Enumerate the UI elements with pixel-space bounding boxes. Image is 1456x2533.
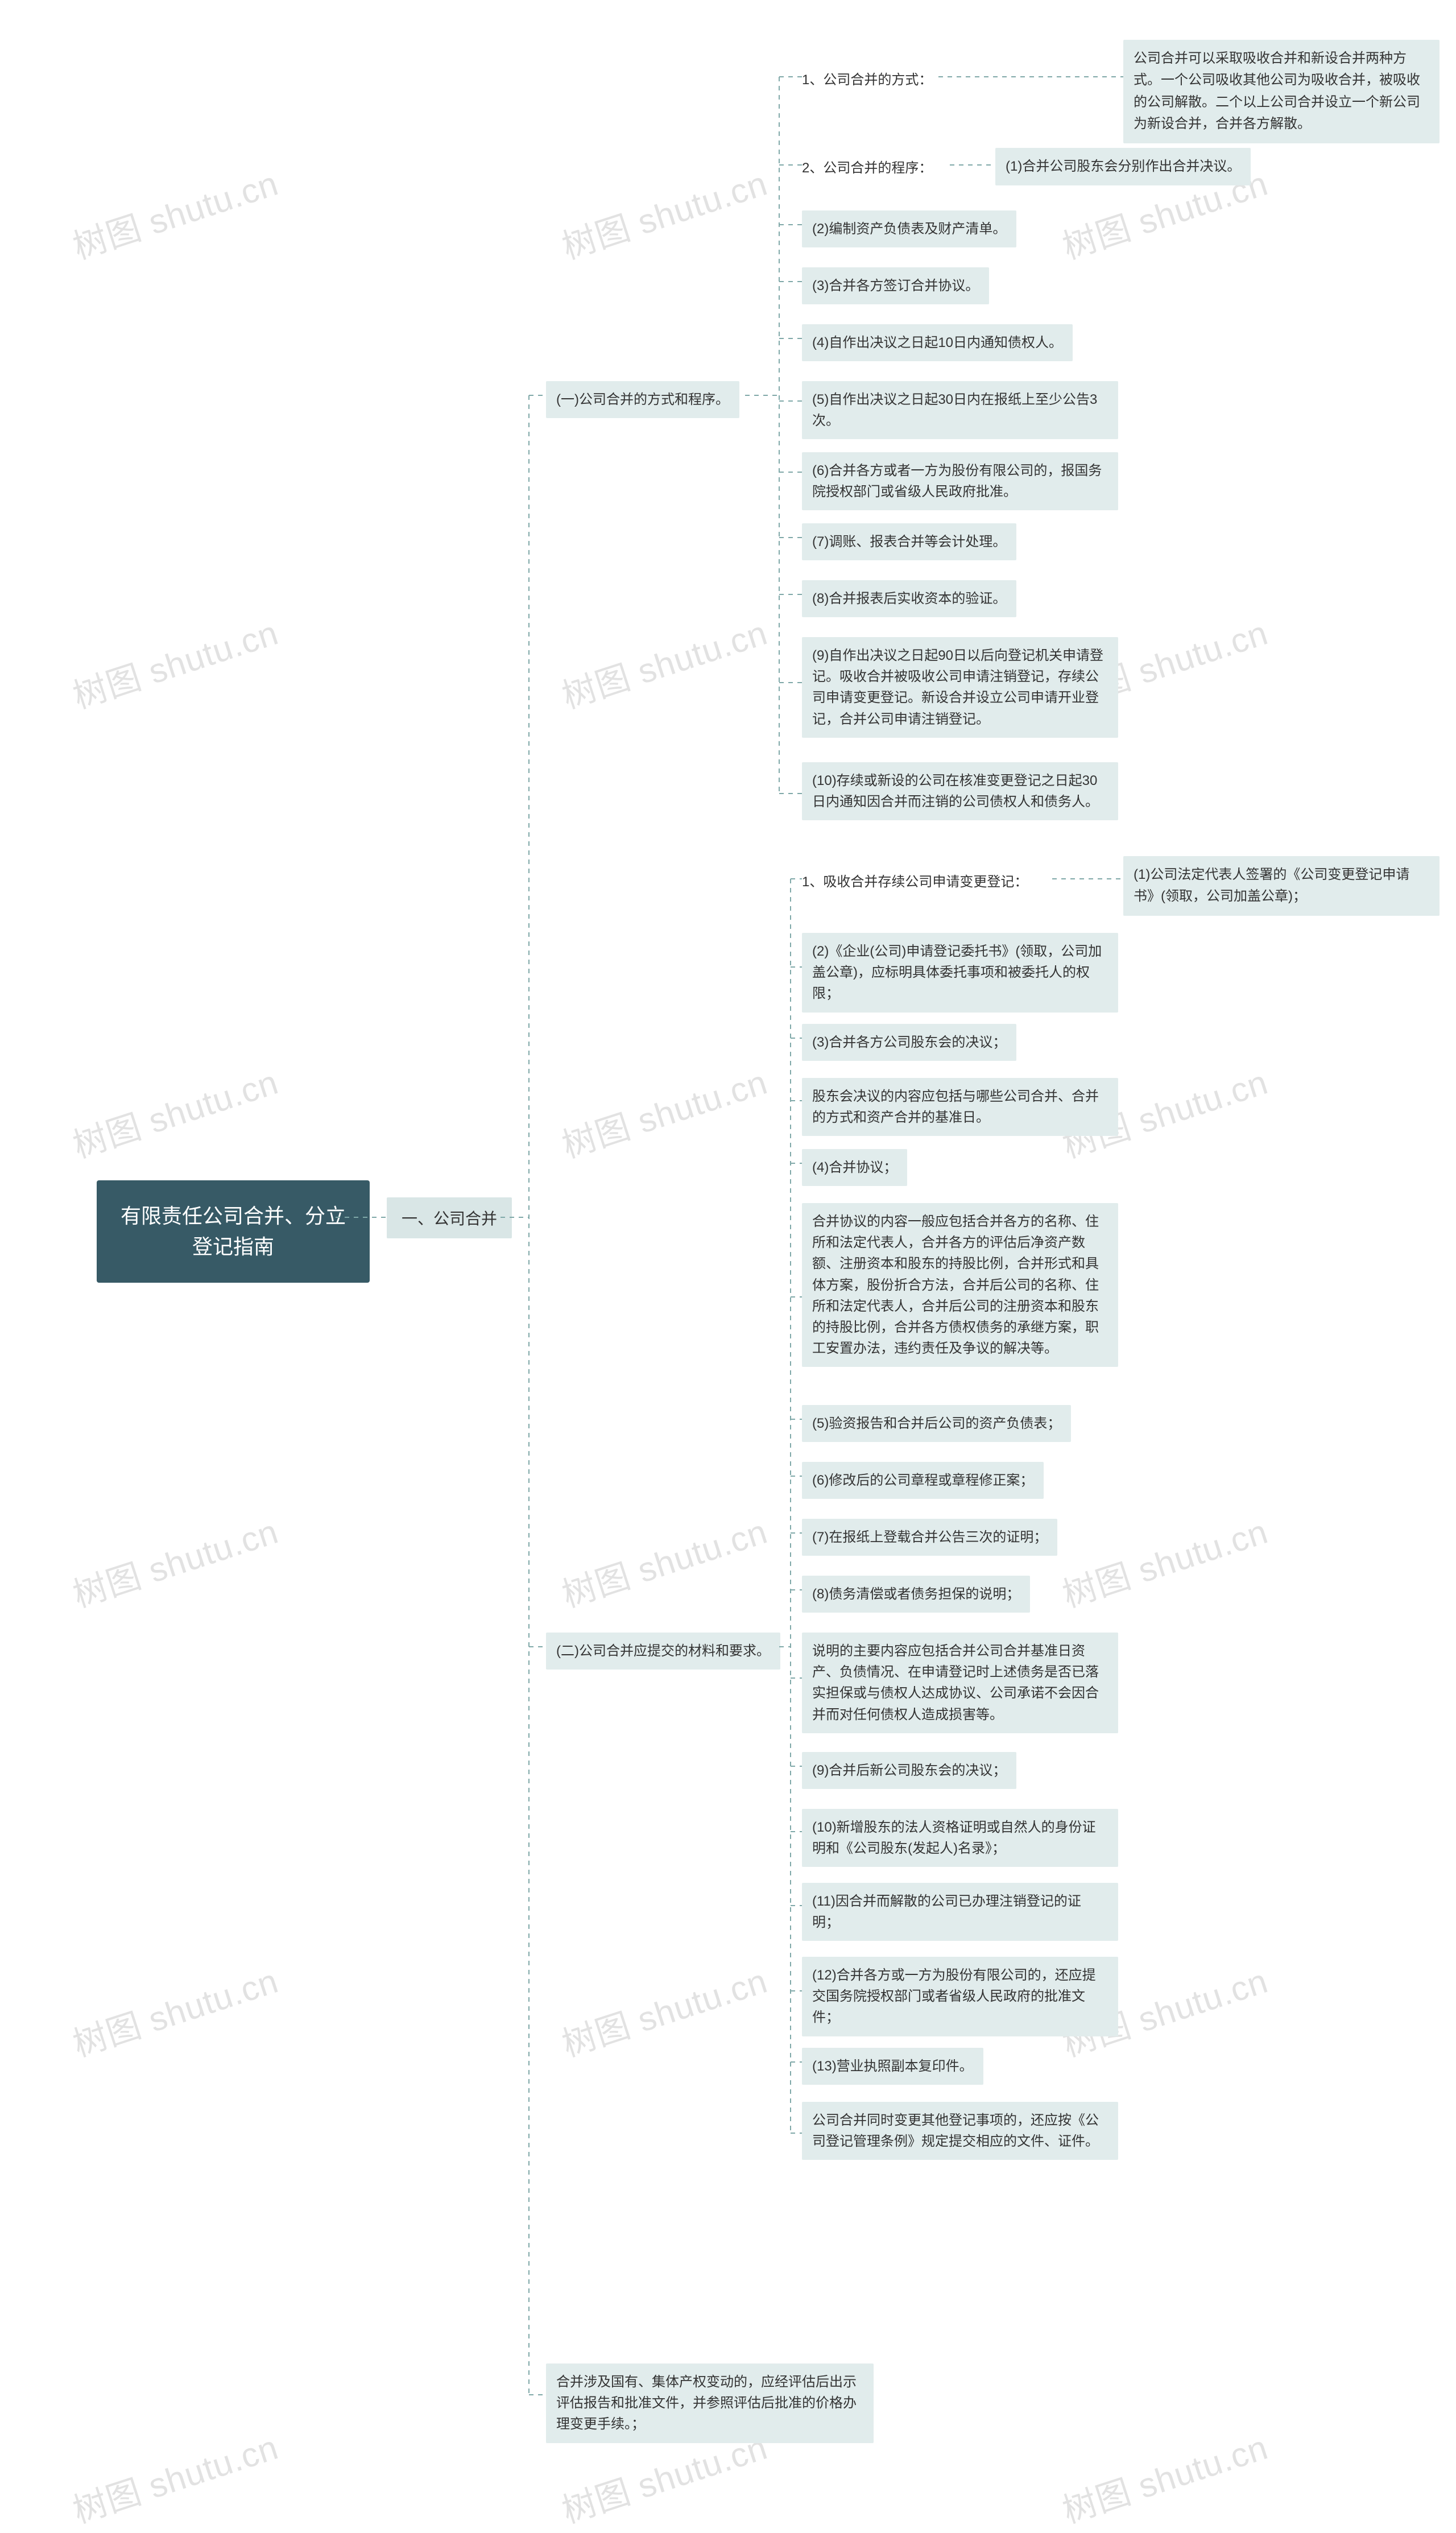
watermark: 树图 shutu.cn (66, 1953, 284, 2066)
node-text: (4)自作出决议之日起10日内通知债权人。 (812, 335, 1062, 350)
watermark: 树图 shutu.cn (66, 605, 284, 718)
node-material-9[interactable]: (9)合并后新公司股东会的决议； (802, 1752, 1016, 1789)
node-text: (9)自作出决议之日起90日以后向登记机关申请登记。吸收合并被吸收公司申请注销登… (812, 648, 1103, 727)
node-material-11[interactable]: (11)因合并而解散的公司已办理注销登记的证明； (802, 1883, 1118, 1941)
node-merger-procedure-label[interactable]: 2、公司合并的程序： (802, 156, 932, 176)
node-material-8[interactable]: (8)债务清偿或者债务担保的说明； (802, 1576, 1030, 1613)
node-text: (1)公司法定代表人签署的《公司变更登记申请书》(领取，公司加盖公章)； (1134, 867, 1409, 904)
node-merger-type-label[interactable]: 1、公司合并的方式： (802, 68, 932, 88)
node-text: (9)合并后新公司股东会的决议； (812, 1763, 1006, 1778)
node-company-merger[interactable]: 一、公司合并 (387, 1197, 512, 1238)
node-material-4b[interactable]: 合并协议的内容一般应包括合并各方的名称、住所和法定代表人，合并各方的评估后净资产… (802, 1203, 1118, 1367)
watermark: 树图 shutu.cn (555, 605, 773, 718)
node-text: (8)合并报表后实收资本的验证。 (812, 591, 1006, 606)
node-state-collective-evaluation[interactable]: 合并涉及国有、集体产权变动的，应经评估后出示评估报告和批准文件，并参照评估后批准… (546, 2363, 874, 2443)
node-text: (5)自作出决议之日起30日内在报纸上至少公告3次。 (812, 392, 1097, 428)
node-material-1[interactable]: (1)公司法定代表人签署的《公司变更登记申请书》(领取，公司加盖公章)； (1123, 856, 1440, 916)
node-text: (7)在报纸上登载合并公告三次的证明； (812, 1530, 1047, 1545)
node-procedure-step-1[interactable]: (1)合并公司股东会分别作出合并决议。 (995, 148, 1251, 185)
node-label: 1、吸收合并存续公司申请变更登记： (802, 874, 1028, 890)
watermark: 树图 shutu.cn (66, 1504, 284, 1617)
watermark: 树图 shutu.cn (555, 156, 773, 268)
node-text: 公司合并同时变更其他登记事项的，还应按《公司登记管理条例》规定提交相应的文件、证… (812, 2113, 1099, 2149)
node-material-13[interactable]: (13)营业执照副本复印件。 (802, 2048, 983, 2085)
node-label: 2、公司合并的程序： (802, 160, 932, 176)
node-procedure-step-10[interactable]: (10)存续或新设的公司在核准变更登记之日起30日内通知因合并而注销的公司债权人… (802, 762, 1118, 820)
node-material-3[interactable]: (3)合并各方公司股东会的决议； (802, 1024, 1016, 1061)
node-text: (12)合并各方或一方为股份有限公司的，还应提交国务院授权部门或者省级人民政府的… (812, 1968, 1096, 2025)
node-text: 股东会决议的内容应包括与哪些公司合并、合并的方式和资产合并的基准日。 (812, 1089, 1099, 1125)
mindmap-root[interactable]: 有限责任公司合并、分立登记指南 (97, 1180, 370, 1283)
node-text: (5)验资报告和合并后公司的资产负债表； (812, 1416, 1061, 1431)
node-label: (一)公司合并的方式和程序。 (556, 392, 729, 407)
watermark: 树图 shutu.cn (66, 1055, 284, 1167)
watermark: 树图 shutu.cn (555, 1504, 773, 1617)
node-text: (3)合并各方签订合并协议。 (812, 278, 979, 294)
node-text: (3)合并各方公司股东会的决议； (812, 1035, 1006, 1050)
node-procedure-step-3[interactable]: (3)合并各方签订合并协议。 (802, 267, 989, 304)
node-procedure-step-4[interactable]: (4)自作出决议之日起10日内通知债权人。 (802, 324, 1073, 361)
node-text: (11)因合并而解散的公司已办理注销登记的证明； (812, 1894, 1081, 1930)
root-title: 有限责任公司合并、分立登记指南 (121, 1204, 346, 1258)
node-label: 1、公司合并的方式： (802, 72, 932, 88)
node-text: 公司合并可以采取吸收合并和新设合并两种方式。一个公司吸收其他公司为吸收合并，被吸… (1134, 51, 1420, 131)
node-text: (1)合并公司股东会分别作出合并决议。 (1006, 159, 1240, 174)
node-label: (二)公司合并应提交的材料和要求。 (556, 1643, 770, 1659)
node-material-12[interactable]: (12)合并各方或一方为股份有限公司的，还应提交国务院授权部门或者省级人民政府的… (802, 1957, 1118, 2036)
node-material-8b[interactable]: 说明的主要内容应包括合并公司合并基准日资产、负债情况、在申请登记时上述债务是否已… (802, 1633, 1118, 1733)
node-text: (7)调账、报表合并等会计处理。 (812, 534, 1006, 549)
node-label: 合并涉及国有、集体产权变动的，应经评估后出示评估报告和批准文件，并参照评估后批准… (556, 2374, 857, 2432)
node-absorb-merger-label[interactable]: 1、吸收合并存续公司申请变更登记： (802, 870, 1028, 890)
watermark: 树图 shutu.cn (1056, 1504, 1273, 1617)
watermark: 树图 shutu.cn (555, 1953, 773, 2066)
node-procedure-step-5[interactable]: (5)自作出决议之日起30日内在报纸上至少公告3次。 (802, 381, 1118, 439)
node-text: (6)合并各方或者一方为股份有限公司的，报国务院授权部门或省级人民政府批准。 (812, 463, 1102, 499)
node-procedure-step-2[interactable]: (2)编制资产负债表及财产清单。 (802, 210, 1016, 247)
node-material-10[interactable]: (10)新增股东的法人资格证明或自然人的身份证明和《公司股东(发起人)名录》； (802, 1809, 1118, 1867)
node-materials-requirements[interactable]: (二)公司合并应提交的材料和要求。 (546, 1633, 780, 1670)
watermark: 树图 shutu.cn (66, 156, 284, 268)
watermark: 树图 shutu.cn (555, 1055, 773, 1167)
watermark: 树图 shutu.cn (66, 2420, 284, 2532)
node-text: (2)《企业(公司)申请登记委托书》(领取，公司加盖公章)，应标明具体委托事项和… (812, 944, 1102, 1001)
node-text: (8)债务清偿或者债务担保的说明； (812, 1586, 1020, 1602)
node-text: 说明的主要内容应包括合并公司合并基准日资产、负债情况、在申请登记时上述债务是否已… (812, 1643, 1099, 1722)
node-text: (6)修改后的公司章程或章程修正案； (812, 1473, 1033, 1488)
node-material-4[interactable]: (4)合并协议； (802, 1149, 907, 1186)
node-procedure-step-7[interactable]: (7)调账、报表合并等会计处理。 (802, 523, 1016, 560)
node-text: (10)存续或新设的公司在核准变更登记之日起30日内通知因合并而注销的公司债权人… (812, 773, 1099, 809)
node-material-5[interactable]: (5)验资报告和合并后公司的资产负债表； (802, 1405, 1071, 1442)
node-material-6[interactable]: (6)修改后的公司章程或章程修正案； (802, 1462, 1044, 1499)
node-text: (10)新增股东的法人资格证明或自然人的身份证明和《公司股东(发起人)名录》； (812, 1820, 1096, 1856)
node-merger-type-desc[interactable]: 公司合并可以采取吸收合并和新设合并两种方式。一个公司吸收其他公司为吸收合并，被吸… (1123, 40, 1440, 143)
node-material-tail[interactable]: 公司合并同时变更其他登记事项的，还应按《公司登记管理条例》规定提交相应的文件、证… (802, 2102, 1118, 2160)
node-text: 合并协议的内容一般应包括合并各方的名称、住所和法定代表人，合并各方的评估后净资产… (812, 1214, 1099, 1356)
node-method-procedure[interactable]: (一)公司合并的方式和程序。 (546, 381, 739, 418)
node-text: (2)编制资产负债表及财产清单。 (812, 221, 1006, 237)
node-text: (13)营业执照副本复印件。 (812, 2059, 973, 2074)
watermark: 树图 shutu.cn (1056, 2420, 1273, 2532)
node-procedure-step-6[interactable]: (6)合并各方或者一方为股份有限公司的，报国务院授权部门或省级人民政府批准。 (802, 452, 1118, 510)
node-text: (4)合并协议； (812, 1160, 897, 1175)
node-material-7[interactable]: (7)在报纸上登载合并公告三次的证明； (802, 1519, 1057, 1556)
node-procedure-step-9[interactable]: (9)自作出决议之日起90日以后向登记机关申请登记。吸收合并被吸收公司申请注销登… (802, 637, 1118, 738)
node-procedure-step-8[interactable]: (8)合并报表后实收资本的验证。 (802, 580, 1016, 617)
node-material-3b[interactable]: 股东会决议的内容应包括与哪些公司合并、合并的方式和资产合并的基准日。 (802, 1078, 1118, 1136)
node-label: 一、公司合并 (402, 1210, 497, 1228)
node-material-2[interactable]: (2)《企业(公司)申请登记委托书》(领取，公司加盖公章)，应标明具体委托事项和… (802, 933, 1118, 1013)
